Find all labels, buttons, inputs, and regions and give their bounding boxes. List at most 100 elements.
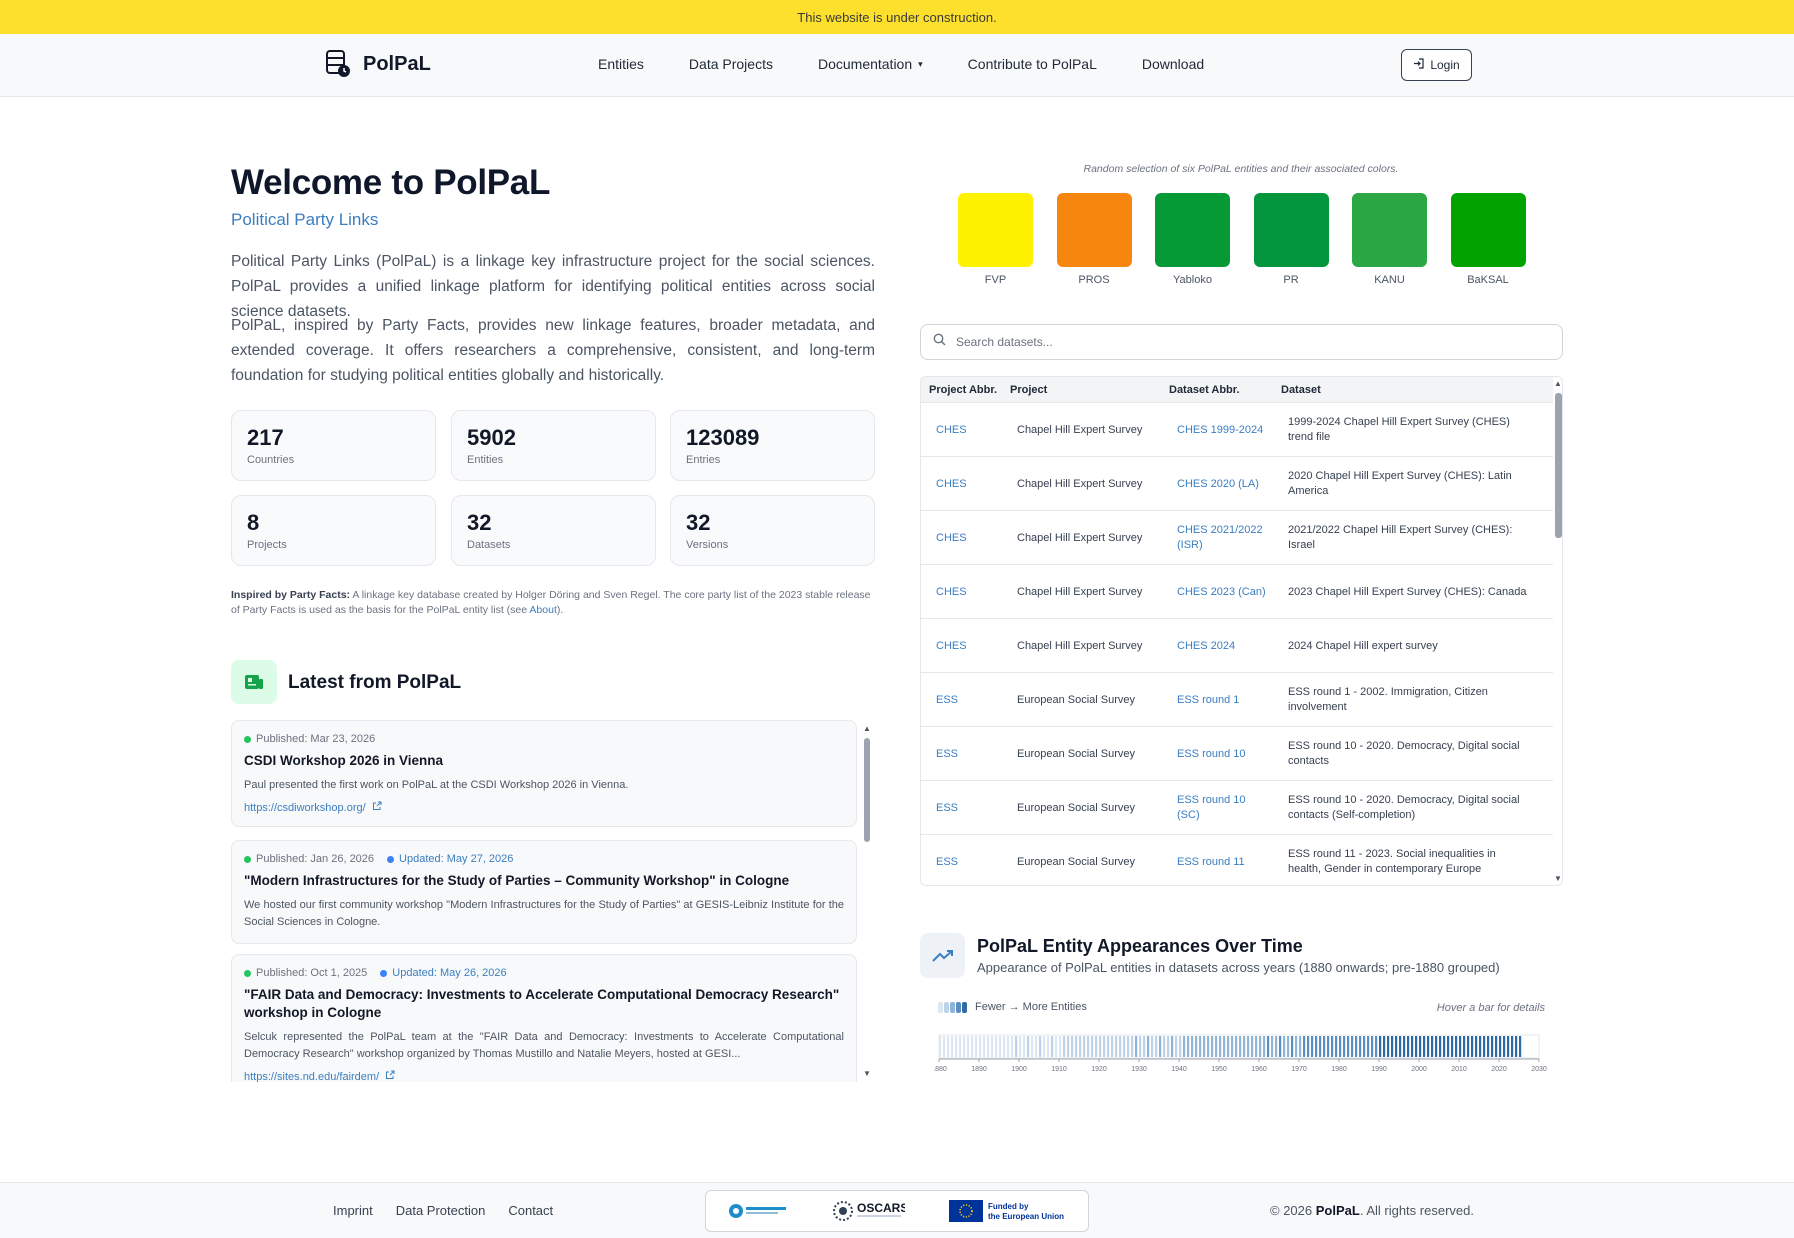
table-row[interactable]: ESS European Social Survey ESS round 10 (S…	[921, 781, 1553, 835]
year-bar[interactable]	[1447, 1036, 1450, 1057]
year-bar[interactable]	[1271, 1036, 1274, 1057]
year-bar[interactable]	[1415, 1036, 1418, 1057]
year-bar[interactable]	[1075, 1036, 1078, 1057]
year-bar[interactable]	[1483, 1036, 1486, 1057]
cell-project-abbr[interactable]: CHES	[936, 586, 967, 598]
year-bar[interactable]	[1427, 1036, 1430, 1057]
year-bar[interactable]	[1487, 1036, 1490, 1057]
year-bar[interactable]	[1059, 1036, 1062, 1057]
year-bar[interactable]	[1355, 1036, 1358, 1057]
year-bar[interactable]	[1203, 1036, 1206, 1057]
news-item[interactable]: Published: Jan 26, 2026 Updated: May 27, …	[231, 840, 857, 944]
year-bar[interactable]	[1223, 1036, 1226, 1057]
year-bar[interactable]	[1359, 1036, 1362, 1057]
year-bar[interactable]	[1275, 1036, 1278, 1057]
year-bar[interactable]	[1211, 1036, 1214, 1057]
year-bar[interactable]	[1351, 1036, 1354, 1057]
table-row[interactable]: CHES Chapel Hill Expert Survey CHES 1999-2…	[921, 403, 1553, 457]
nav-documentation[interactable]: Documentation ▾	[818, 56, 923, 72]
year-bar[interactable]	[1263, 1036, 1266, 1057]
table-row[interactable]: ESS European Social Survey ESS round 10 ESS…	[921, 727, 1553, 781]
cell-project-abbr[interactable]: CHES	[936, 532, 967, 544]
year-bar[interactable]	[1495, 1036, 1498, 1057]
login-button[interactable]: Login	[1401, 49, 1472, 81]
year-bar[interactable]	[1103, 1036, 1106, 1057]
year-bar[interactable]	[1107, 1036, 1110, 1057]
year-bar[interactable]	[999, 1036, 1002, 1057]
year-bar[interactable]	[1043, 1036, 1046, 1057]
year-bar[interactable]	[1099, 1036, 1102, 1057]
year-bar[interactable]	[1155, 1036, 1158, 1057]
year-bar[interactable]	[1259, 1036, 1262, 1057]
cell-dataset-abbr[interactable]: ESS round 11	[1177, 855, 1269, 870]
year-bar[interactable]	[1027, 1036, 1030, 1057]
entity-color-swatch[interactable]	[1056, 193, 1132, 267]
footer-imprint-link[interactable]: Imprint	[333, 1203, 373, 1218]
timeline-chart[interactable]: 1880 1890 1900 1910 1920 1930 1940 1950 1960 1970…	[934, 1031, 1549, 1077]
year-bar[interactable]	[1207, 1036, 1210, 1057]
nav-download[interactable]: Download	[1142, 56, 1204, 72]
year-bar[interactable]	[1315, 1036, 1318, 1057]
cell-project-abbr[interactable]: ESS	[936, 802, 958, 814]
year-bar[interactable]	[1135, 1036, 1138, 1057]
year-bar[interactable]	[1247, 1036, 1250, 1057]
year-bar[interactable]	[1347, 1036, 1350, 1057]
year-bar[interactable]	[1319, 1036, 1322, 1057]
news-scrollbar[interactable]: ▲ ▼	[863, 724, 871, 1079]
year-bar[interactable]	[1499, 1036, 1502, 1057]
year-bar[interactable]	[1503, 1036, 1506, 1057]
year-bar[interactable]	[1179, 1036, 1182, 1057]
year-bar[interactable]	[991, 1036, 994, 1057]
year-bar[interactable]	[1163, 1036, 1166, 1057]
year-bar[interactable]	[1395, 1036, 1398, 1057]
year-bar[interactable]	[1111, 1036, 1114, 1057]
year-bar[interactable]	[1463, 1036, 1466, 1057]
gesis-logo[interactable]	[728, 1201, 790, 1221]
year-bar[interactable]	[1031, 1036, 1034, 1057]
year-bar[interactable]	[955, 1036, 958, 1057]
col-dataset-abbr[interactable]: Dataset Abbr.	[1169, 384, 1240, 396]
year-bar[interactable]	[983, 1036, 986, 1057]
year-bar[interactable]	[1231, 1036, 1234, 1057]
year-bar[interactable]	[1235, 1036, 1238, 1057]
dataset-search[interactable]	[920, 324, 1563, 360]
year-bar[interactable]	[1291, 1036, 1294, 1057]
nav-contribute[interactable]: Contribute to PolPaL	[968, 56, 1097, 72]
year-bar[interactable]	[1391, 1036, 1394, 1057]
year-bar[interactable]	[1331, 1036, 1334, 1057]
year-bar[interactable]	[1091, 1036, 1094, 1057]
news-link[interactable]: https://sites.nd.edu/fairdem/	[244, 1070, 844, 1082]
year-bar[interactable]	[1243, 1036, 1246, 1057]
year-bar[interactable]	[1475, 1036, 1478, 1057]
year-bar[interactable]	[1471, 1036, 1474, 1057]
year-bar[interactable]	[1003, 1036, 1006, 1057]
news-item[interactable]: Published: Oct 1, 2025 Updated: May 26, 2…	[231, 954, 857, 1082]
cell-project-abbr[interactable]: CHES	[936, 640, 967, 652]
year-bar[interactable]	[1407, 1036, 1410, 1057]
year-bar[interactable]	[1491, 1036, 1494, 1057]
cell-project-abbr[interactable]: CHES	[936, 424, 967, 436]
year-bar[interactable]	[963, 1036, 966, 1057]
year-bar[interactable]	[1147, 1036, 1150, 1057]
year-bar[interactable]	[1131, 1036, 1134, 1057]
year-bar[interactable]	[1363, 1036, 1366, 1057]
year-bar[interactable]	[1055, 1036, 1058, 1057]
year-bar[interactable]	[1515, 1036, 1518, 1057]
year-bar[interactable]	[1151, 1036, 1154, 1057]
year-bar[interactable]	[1047, 1036, 1050, 1057]
scroll-down-icon[interactable]: ▼	[1554, 874, 1562, 883]
year-bar[interactable]	[1311, 1036, 1314, 1057]
year-bar[interactable]	[1115, 1036, 1118, 1057]
year-bar[interactable]	[1119, 1036, 1122, 1057]
year-bar[interactable]	[1007, 1036, 1010, 1057]
year-bar[interactable]	[1519, 1036, 1522, 1057]
year-bar[interactable]	[1287, 1036, 1290, 1057]
year-bar[interactable]	[1183, 1036, 1186, 1057]
year-bar[interactable]	[1435, 1036, 1438, 1057]
year-bar[interactable]	[1375, 1036, 1378, 1057]
year-bar[interactable]	[1339, 1036, 1342, 1057]
year-bar[interactable]	[1383, 1036, 1386, 1057]
year-bar[interactable]	[1327, 1036, 1330, 1057]
cell-project-abbr[interactable]: ESS	[936, 856, 958, 868]
year-bar[interactable]	[1143, 1036, 1146, 1057]
